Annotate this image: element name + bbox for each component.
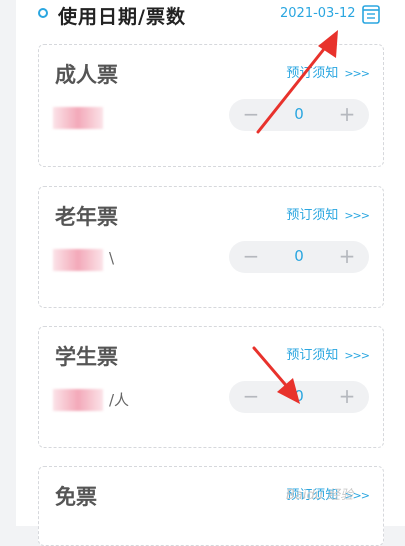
ticket-name: 老年票 [55, 205, 118, 229]
price-redacted [53, 249, 103, 271]
booking-notice-label: 预订须知 [286, 66, 339, 81]
section-title: 使用日期/票数 [58, 6, 186, 28]
booking-notice-link[interactable]: 预订须知 >>> [286, 62, 370, 81]
price-redacted [53, 107, 103, 129]
ticket-card-free: 免票 预订须知 >>> [38, 466, 384, 546]
quantity-stepper: − 0 + [229, 381, 369, 413]
chevron-right-icon: >>> [344, 209, 370, 222]
quantity-value[interactable]: 0 [294, 387, 304, 405]
ticket-card-senior: 老年票 预订须知 >>> \ − 0 + [38, 186, 384, 308]
increment-button[interactable]: + [331, 241, 363, 273]
price-redacted [53, 389, 103, 411]
booking-notice-link[interactable]: 预订须知 >>> [286, 344, 370, 363]
watermark: Baidu 经验 [286, 488, 354, 503]
ticket-name: 学生票 [55, 345, 118, 369]
decrement-button[interactable]: − [235, 241, 267, 273]
quantity-stepper: − 0 + [229, 241, 369, 273]
decrement-button[interactable]: − [235, 99, 267, 131]
price-unit: \ [109, 249, 115, 267]
quantity-value[interactable]: 0 [294, 105, 304, 123]
calendar-icon[interactable] [362, 4, 380, 24]
price-unit: /人 [109, 391, 130, 409]
chevron-right-icon: >>> [344, 349, 370, 362]
increment-button[interactable]: + [331, 381, 363, 413]
date-ticket-header: 使用日期/票数 2021-03-12 [16, 0, 405, 34]
section-dot-icon [38, 8, 48, 18]
booking-notice-label: 预订须知 [286, 208, 339, 223]
increment-button[interactable]: + [331, 99, 363, 131]
quantity-value[interactable]: 0 [294, 247, 304, 265]
ticket-card-student: 学生票 预订须知 >>> /人 − 0 + [38, 326, 384, 448]
quantity-stepper: − 0 + [229, 99, 369, 131]
selected-date[interactable]: 2021-03-12 [280, 6, 356, 21]
ticket-name: 成人票 [55, 63, 118, 87]
ticket-panel: 使用日期/票数 2021-03-12 成人票 预订须知 >>> − 0 + 老年票… [16, 0, 405, 546]
ticket-card-adult: 成人票 预订须知 >>> − 0 + [38, 44, 384, 167]
decrement-button[interactable]: − [235, 381, 267, 413]
booking-notice-label: 预订须知 [286, 348, 339, 363]
ticket-name: 免票 [55, 485, 97, 509]
chevron-right-icon: >>> [344, 67, 370, 80]
booking-notice-link[interactable]: 预订须知 >>> [286, 204, 370, 223]
